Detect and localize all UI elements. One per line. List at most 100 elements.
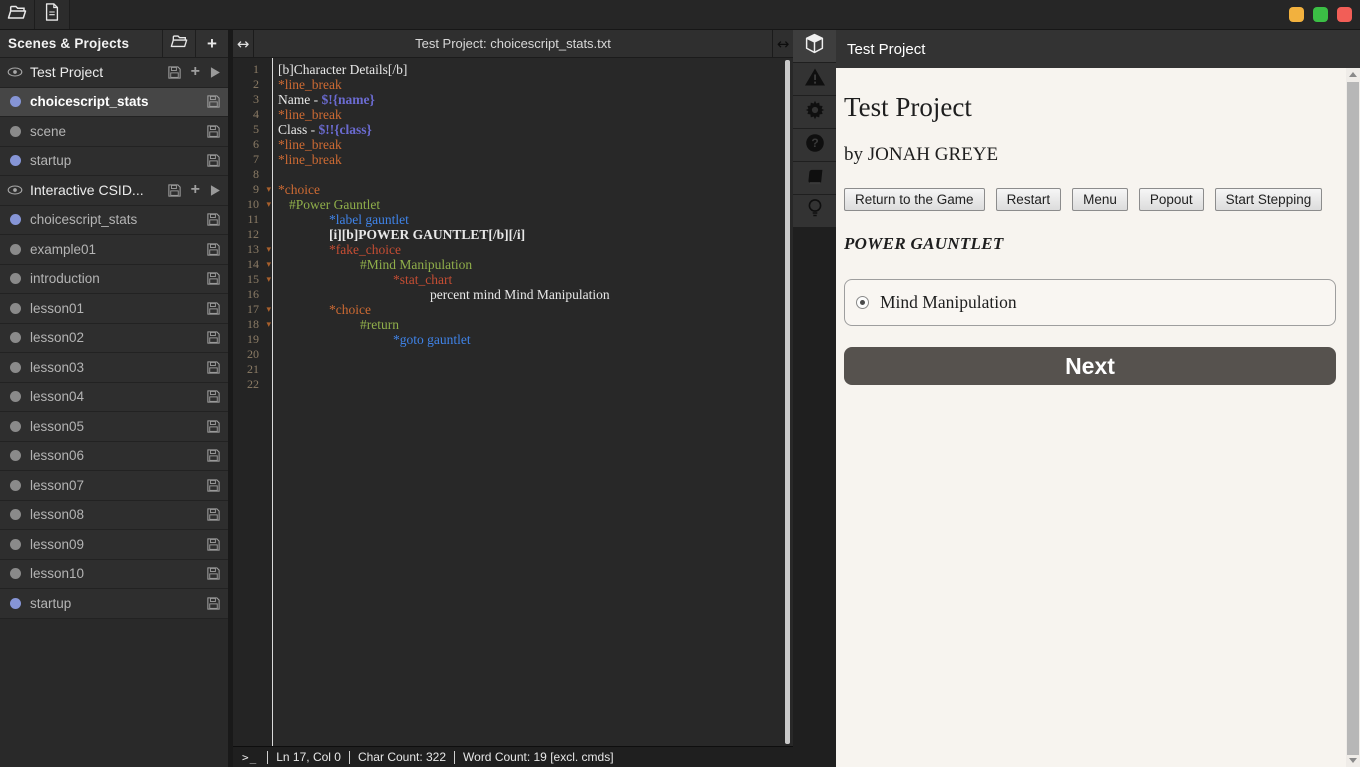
scene-row-lesson10[interactable]: lesson10: [0, 559, 228, 589]
scene-row-lesson05[interactable]: lesson05: [0, 412, 228, 442]
open-project-sidebar-button[interactable]: [162, 30, 195, 57]
save-icon[interactable]: [206, 478, 221, 493]
scene-row-lesson01[interactable]: lesson01: [0, 294, 228, 324]
save-icon[interactable]: [206, 271, 221, 286]
choice-option[interactable]: Mind Manipulation: [844, 279, 1336, 326]
project-row-interactive-csid[interactable]: Interactive CSID... +: [0, 176, 228, 206]
save-icon[interactable]: [206, 537, 221, 552]
scene-row-choicescript-stats[interactable]: choicescript_stats: [0, 87, 228, 117]
code-line: #return: [278, 317, 793, 332]
radio-selected-icon[interactable]: [856, 296, 869, 309]
scene-row-lesson04[interactable]: lesson04: [0, 382, 228, 412]
console-icon[interactable]: >_: [233, 751, 267, 764]
maximize-dot[interactable]: [1313, 7, 1328, 22]
fold-arrow-icon[interactable]: ▾: [266, 183, 271, 198]
code-token: Class -: [278, 122, 319, 137]
editor-body[interactable]: 1 2 3 4 5 6 7 8 9 ▾ 10 ▾ 11 12 13 ▾ 14 ▾ 15 ▾ 16 17 ▾ 18 ▾ 19 20 21…: [233, 58, 793, 746]
new-project-button[interactable]: +: [195, 30, 228, 57]
save-icon[interactable]: [206, 94, 221, 109]
save-icon[interactable]: [206, 330, 221, 345]
editor-scrollbar[interactable]: [785, 60, 790, 744]
save-icon[interactable]: [167, 65, 182, 80]
scroll-up-icon[interactable]: [1349, 68, 1357, 81]
scene-row-lesson08[interactable]: lesson08: [0, 500, 228, 530]
game-panel-title: Test Project: [847, 40, 926, 58]
code-line: *choice: [278, 182, 793, 197]
scene-row-introduction[interactable]: introduction: [0, 264, 228, 294]
scene-row-lesson09[interactable]: lesson09: [0, 530, 228, 560]
documentation-tab[interactable]: [793, 162, 836, 194]
fold-arrow-icon[interactable]: ▾: [266, 303, 271, 318]
scene-row-lesson02[interactable]: lesson02: [0, 323, 228, 353]
fold-arrow-icon[interactable]: ▾: [266, 318, 271, 333]
close-dot[interactable]: [1337, 7, 1352, 22]
new-file-button[interactable]: [35, 0, 70, 29]
game-content: Test Project by JONAH GREYE Return to th…: [844, 68, 1336, 385]
code-line: #Power Gauntlet: [278, 197, 793, 212]
minimize-dot[interactable]: [1289, 7, 1304, 22]
save-icon[interactable]: [206, 301, 221, 316]
save-icon[interactable]: [206, 596, 221, 611]
scrollbar-thumb[interactable]: [1347, 82, 1359, 755]
scroll-down-icon[interactable]: [1349, 754, 1357, 767]
start-stepping-button[interactable]: Start Stepping: [1214, 188, 1323, 211]
scene-row-choicescript-stats[interactable]: choicescript_stats: [0, 205, 228, 235]
save-icon[interactable]: [206, 419, 221, 434]
scene-row-lesson06[interactable]: lesson06: [0, 441, 228, 471]
collapse-right-handle[interactable]: ↔: [772, 30, 793, 57]
scene-row-lesson03[interactable]: lesson03: [0, 353, 228, 383]
code-text-area[interactable]: [b]Character Details[/b] *line_break Name …: [273, 58, 793, 746]
save-icon[interactable]: [206, 153, 221, 168]
fold-arrow-icon[interactable]: ▾: [266, 243, 271, 258]
open-project-button[interactable]: [0, 0, 35, 29]
game-title: Test Project: [844, 92, 972, 122]
issues-tab[interactable]: [793, 63, 836, 95]
line-number: 9 ▾: [253, 182, 271, 198]
help-tab[interactable]: ?: [793, 129, 836, 161]
add-scene-icon[interactable]: +: [191, 64, 200, 80]
menu-button[interactable]: Menu: [1072, 188, 1128, 211]
scene-label: lesson04: [30, 389, 85, 405]
run-project-icon[interactable]: [209, 66, 221, 79]
popout-button[interactable]: Popout: [1138, 188, 1204, 211]
save-icon[interactable]: [206, 448, 221, 463]
fold-arrow-icon[interactable]: ▾: [266, 198, 271, 213]
scene-row-startup[interactable]: startup: [0, 146, 228, 176]
next-button[interactable]: Next: [844, 347, 1336, 385]
restart-button[interactable]: Restart: [995, 188, 1062, 211]
settings-tab[interactable]: [793, 96, 836, 128]
code-token: [b]Character Details[/b]: [278, 62, 408, 77]
project-row-test-project[interactable]: Test Project +: [0, 58, 228, 88]
code-token: #return: [360, 317, 399, 332]
fold-arrow-icon[interactable]: ▾: [266, 258, 271, 273]
fold-arrow-icon[interactable]: ▾: [266, 273, 271, 288]
collapse-left-handle[interactable]: ↔: [233, 30, 254, 57]
save-icon[interactable]: [206, 212, 221, 227]
code-token: *label gauntlet: [329, 212, 409, 227]
save-icon[interactable]: [206, 124, 221, 139]
scene-row-example01[interactable]: example01: [0, 235, 228, 265]
scene-row-lesson07[interactable]: lesson07: [0, 471, 228, 501]
add-scene-icon[interactable]: +: [191, 182, 200, 198]
game-tab[interactable]: [793, 30, 836, 62]
return-to-the-game-button[interactable]: Return to the Game: [844, 188, 985, 211]
save-icon[interactable]: [206, 389, 221, 404]
save-icon[interactable]: [206, 507, 221, 522]
save-icon[interactable]: [167, 183, 182, 198]
tips-tab[interactable]: [793, 195, 836, 227]
code-line: Class - $!!{class}: [278, 122, 793, 137]
eye-icon[interactable]: [7, 183, 23, 197]
line-number: 14 ▾: [247, 257, 271, 273]
code-token: *choice: [329, 302, 371, 317]
eye-icon[interactable]: [7, 65, 23, 79]
game-scrollbar[interactable]: [1346, 68, 1360, 767]
scene-row-startup[interactable]: startup: [0, 589, 228, 619]
scene-row-scene[interactable]: scene: [0, 117, 228, 147]
run-project-icon[interactable]: [209, 184, 221, 197]
save-icon[interactable]: [206, 566, 221, 581]
save-icon[interactable]: [206, 242, 221, 257]
save-icon[interactable]: [206, 360, 221, 375]
scene-label: introduction: [30, 271, 100, 287]
